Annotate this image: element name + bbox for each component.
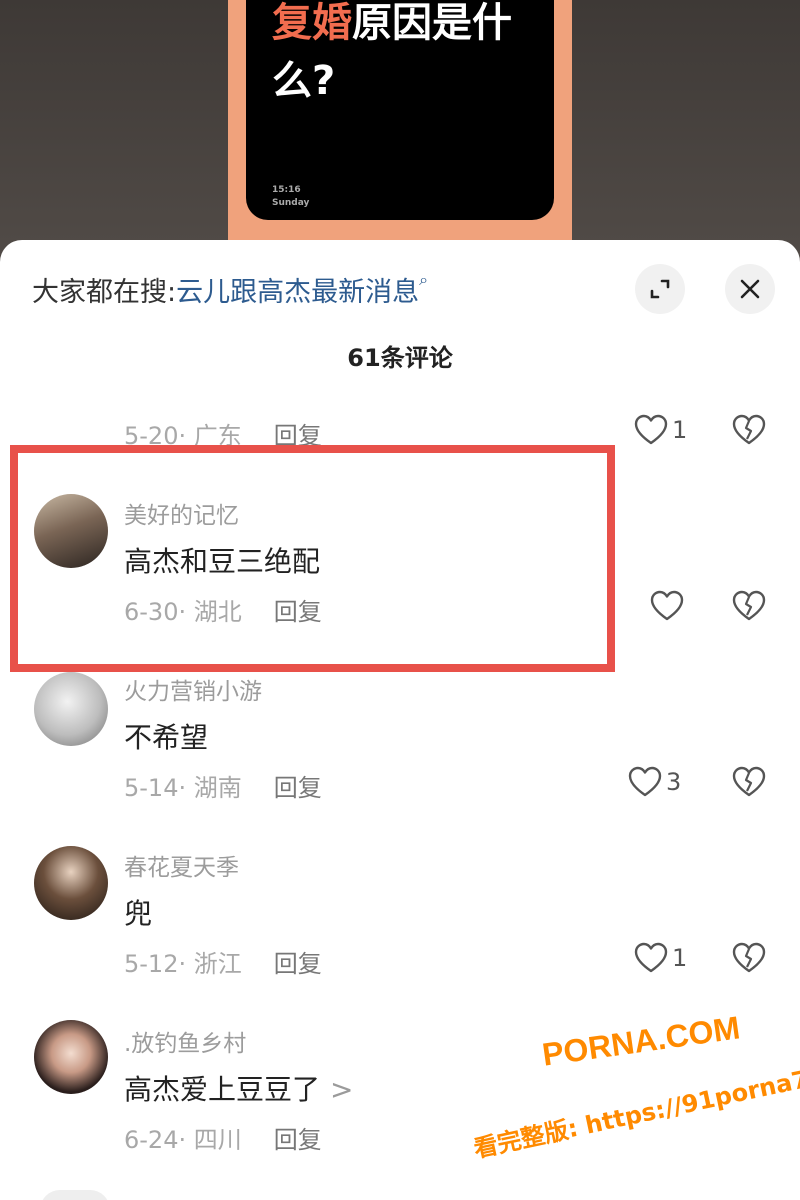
dislike-button[interactable] — [732, 942, 766, 978]
dislike-button[interactable] — [732, 414, 766, 450]
comment-meta: 5-14· 湖南 回复 — [124, 768, 322, 803]
broken-heart-icon — [732, 942, 766, 973]
comment-count-title: 61条评论 — [347, 344, 453, 372]
comment-meta: 6-24· 四川 回复 — [124, 1120, 322, 1155]
video-title-highlight: 复婚 — [272, 0, 352, 46]
video-day: Sunday — [272, 198, 310, 208]
reply-button[interactable]: 回复 — [274, 950, 322, 978]
comment-text: 高杰爱上豆豆了 — [124, 1073, 321, 1106]
like-count: 1 — [672, 416, 688, 444]
like-button[interactable] — [650, 590, 684, 622]
heart-icon — [628, 766, 662, 797]
broken-heart-icon — [732, 414, 766, 445]
broken-heart-icon — [732, 766, 766, 797]
avatar — [40, 1190, 110, 1200]
reply-button[interactable]: 回复 — [274, 774, 322, 802]
like-count: 3 — [666, 768, 682, 796]
close-icon — [740, 279, 760, 299]
heart-icon — [650, 590, 684, 621]
search-icon: ⌕ — [419, 270, 429, 289]
close-button[interactable] — [725, 264, 775, 314]
like-button[interactable]: 3 — [628, 766, 681, 798]
comment-username[interactable]: .放钓鱼乡村 — [124, 1024, 246, 1058]
broken-heart-icon — [732, 590, 766, 621]
avatar[interactable] — [34, 1020, 108, 1094]
heart-icon — [634, 414, 668, 445]
heart-icon — [634, 942, 668, 973]
comment-meta: 5-12· 浙江 回复 — [124, 944, 322, 979]
reply-button[interactable]: 回复 — [274, 1126, 322, 1154]
like-button[interactable]: 1 — [634, 942, 687, 974]
highlight-annotation-box — [10, 445, 615, 672]
avatar[interactable] — [34, 672, 108, 746]
comment-username[interactable]: 火力营销小游 — [124, 672, 262, 706]
like-button[interactable]: 1 — [634, 414, 687, 446]
comments-sheet: 大家都在搜:云儿跟高杰最新消息⌕ 61条评论 5-20· 广东 回复 1 美好的记… — [0, 240, 800, 1200]
avatar[interactable] — [34, 846, 108, 920]
comment-date-location: 6-24· 四川 — [124, 1126, 242, 1154]
like-count: 1 — [672, 944, 688, 972]
comment-date-location: 5-12· 浙江 — [124, 950, 242, 978]
search-suggestion[interactable]: 大家都在搜:云儿跟高杰最新消息⌕ — [32, 270, 428, 309]
dislike-button[interactable] — [732, 590, 766, 626]
search-prefix: 大家都在搜: — [32, 277, 177, 308]
video-time: 15:16 — [272, 185, 301, 195]
expand-icon — [650, 279, 670, 299]
video-timestamp: 15:16 Sunday — [272, 184, 309, 210]
search-query-link[interactable]: 云儿跟高杰最新消息 — [176, 277, 419, 308]
comment-date-location: 5-14· 湖南 — [124, 774, 242, 802]
comment-text: 兜 — [124, 897, 153, 930]
video-title: 复婚原因是什么? — [272, 0, 542, 110]
comment-text: 不希望 — [124, 721, 209, 754]
expand-button[interactable] — [635, 264, 685, 314]
comment-username[interactable]: 春花夏天季 — [124, 848, 239, 882]
dislike-button[interactable] — [732, 766, 766, 802]
